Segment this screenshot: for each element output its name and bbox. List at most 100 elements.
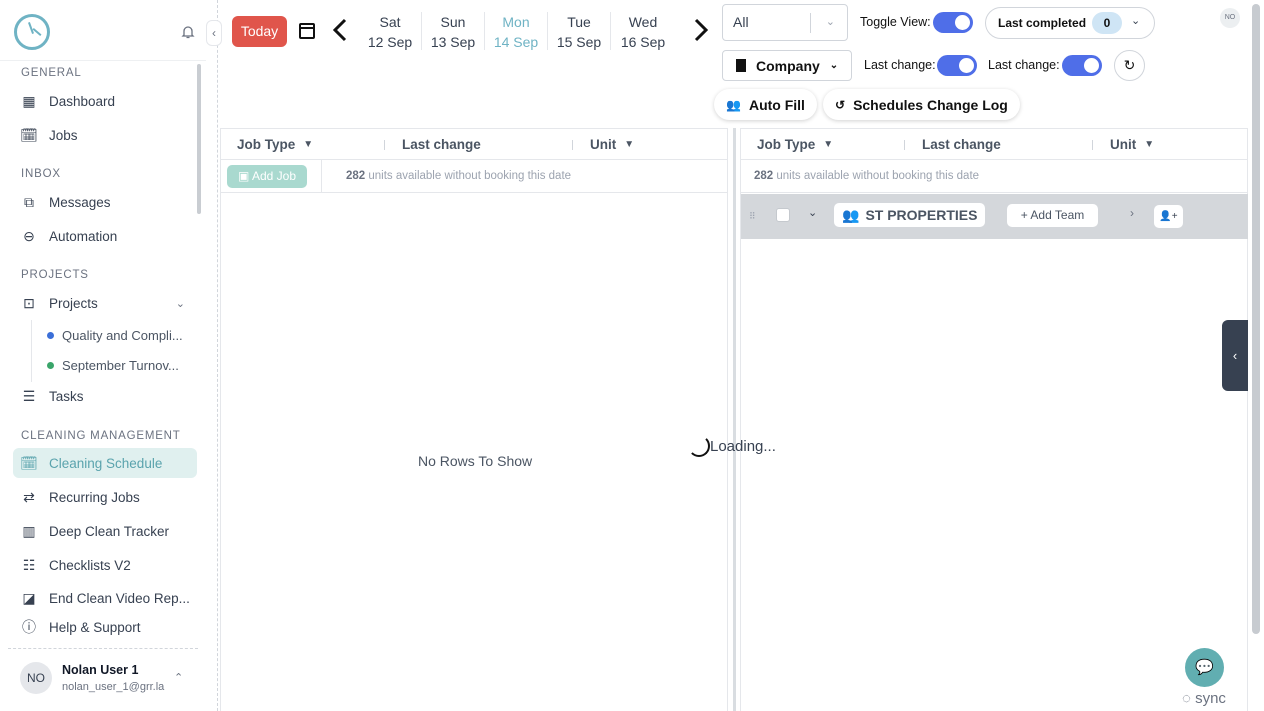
filter-icon[interactable]: ▼: [823, 139, 833, 150]
day-sun[interactable]: Sun 13 Sep: [423, 12, 483, 52]
right-drawer-toggle[interactable]: ‹: [1222, 320, 1248, 391]
col-unit[interactable]: Unit ▼: [1110, 137, 1154, 152]
section-inbox: INBOX: [21, 168, 61, 180]
sidebar-item-project-september[interactable]: September Turnov...: [47, 358, 179, 373]
collapse-sidebar-button[interactable]: ‹: [206, 20, 222, 46]
sidebar-item-label: Recurring Jobs: [49, 489, 140, 505]
calendar-edit-icon: 🗓: [20, 126, 38, 143]
toggle-view-switch[interactable]: [933, 12, 973, 33]
add-team-button[interactable]: + Add Team: [1007, 204, 1098, 227]
col-divider: [1092, 140, 1093, 150]
col-job-type[interactable]: Job Type ▼: [237, 137, 313, 152]
col-label: Unit: [590, 137, 617, 152]
units-text: units available without booking this dat…: [365, 170, 572, 182]
col-last-change[interactable]: Last change: [922, 137, 1001, 152]
auto-fill-button[interactable]: 👥 Auto Fill: [714, 89, 817, 120]
project-label: September Turnov...: [62, 358, 179, 373]
sidebar-item-projects[interactable]: ⊡ Projects ⌄: [13, 288, 197, 318]
refresh-icon: ↻: [1123, 57, 1136, 73]
sidebar-item-dashboard[interactable]: ▦ Dashboard: [13, 86, 197, 116]
day-name: Sun: [440, 14, 466, 30]
day-date: 13 Sep: [430, 34, 476, 50]
project-label: Quality and Compli...: [62, 328, 183, 343]
messages-icon: ⧉: [24, 193, 34, 210]
day-mon[interactable]: Mon 14 Sep: [486, 12, 546, 52]
units-count: 282: [754, 170, 774, 182]
chevron-down-icon[interactable]: ⌄: [176, 297, 185, 310]
sidebar-item-help[interactable]: ⓘ Help & Support: [13, 612, 197, 642]
sidebar-item-jobs[interactable]: 🗓 Jobs: [13, 120, 197, 150]
tasks-icon: ☰: [22, 387, 36, 404]
sidebar-item-tasks[interactable]: ☰ Tasks: [13, 381, 197, 411]
add-person-button[interactable]: 👤+: [1154, 205, 1183, 228]
company-dropdown[interactable]: Company ⌄: [722, 50, 852, 81]
sidebar-item-label: Jobs: [49, 127, 78, 143]
filter-icon[interactable]: ▼: [303, 139, 313, 150]
day-name: Tue: [567, 14, 591, 30]
schedules-change-log-button[interactable]: ↺ Schedules Change Log: [823, 89, 1020, 120]
toggle-view-label: Toggle View:: [860, 15, 931, 29]
user-card[interactable]: NO Nolan User 1 nolan_user_1@grr.la ⌃: [8, 648, 198, 706]
users-icon: 👥: [842, 206, 860, 223]
sidebar-item-label: Messages: [49, 194, 111, 210]
bell-icon[interactable]: [180, 24, 196, 40]
chevron-up-icon[interactable]: ⌃: [174, 671, 183, 684]
last-change-switch[interactable]: [1062, 55, 1102, 76]
sidebar-item-checklists[interactable]: ☷ Checklists V2: [13, 550, 197, 580]
sidebar-scrollbar[interactable]: [197, 64, 201, 214]
col-divider: [904, 140, 905, 150]
chat-button[interactable]: 💬: [1185, 648, 1224, 687]
next-arrow-icon[interactable]: [692, 14, 710, 53]
panel-resizer[interactable]: [733, 128, 736, 711]
day-sat[interactable]: Sat 12 Sep: [360, 12, 420, 52]
avatar[interactable]: NO: [1220, 8, 1240, 28]
sidebar-item-cleaning-schedule[interactable]: 🗓 Cleaning Schedule: [13, 448, 197, 478]
chevron-down-icon[interactable]: ⌄: [808, 206, 817, 219]
calendar-picker-icon[interactable]: [299, 23, 315, 39]
sidebar: GENERAL ▦ Dashboard 🗓 Jobs INBOX ⧉ Messa…: [0, 0, 218, 711]
sidebar-item-automation[interactable]: ⊖ Automation: [13, 221, 197, 251]
sidebar-item-label: Automation: [49, 228, 118, 244]
day-date: 15 Sep: [556, 34, 602, 50]
filter-icon[interactable]: ▼: [1144, 139, 1154, 150]
add-job-button[interactable]: ▣ Add Job: [227, 165, 307, 188]
sidebar-item-end-clean-video[interactable]: ◪ End Clean Video Rep...: [13, 583, 197, 613]
last-completed-label: Last completed: [998, 16, 1087, 30]
filter-icon[interactable]: ▼: [624, 139, 634, 150]
chevron-down-icon: ⌄: [1131, 15, 1141, 27]
col-job-type[interactable]: Job Type ▼: [757, 137, 833, 152]
last-completed-dropdown[interactable]: Last completed 0 ⌄: [985, 7, 1155, 39]
sidebar-item-label: End Clean Video Rep...: [49, 590, 190, 606]
refresh-button[interactable]: ↻: [1114, 50, 1145, 81]
team-checkbox[interactable]: [776, 208, 790, 222]
sidebar-item-label: Tasks: [49, 388, 84, 404]
clock-logo-icon[interactable]: [14, 14, 50, 50]
col-divider: [384, 140, 385, 150]
add-job-label: Add Job: [251, 169, 297, 183]
sidebar-item-project-quality[interactable]: Quality and Compli...: [47, 328, 183, 343]
drag-handle-icon[interactable]: ⠿: [749, 211, 757, 222]
table-icon: ▥: [22, 522, 36, 539]
sidebar-item-deep-clean-tracker[interactable]: ▥ Deep Clean Tracker: [13, 516, 197, 546]
col-last-change[interactable]: Last change: [402, 137, 481, 152]
sidebar-item-recurring-jobs[interactable]: ⇄ Recurring Jobs: [13, 482, 197, 512]
main-scrollbar[interactable]: [1252, 4, 1260, 634]
sync-spinner-icon: ◌: [1182, 690, 1191, 707]
chevron-down-icon: ⌄: [829, 60, 839, 71]
today-button[interactable]: Today: [232, 16, 287, 47]
chevron-right-icon[interactable]: ›: [1130, 206, 1134, 220]
sidebar-item-messages[interactable]: ⧉ Messages: [13, 187, 197, 217]
team-name: ST PROPERTIES: [865, 207, 978, 223]
empty-state: No Rows To Show: [418, 453, 533, 469]
day-tue[interactable]: Tue 15 Sep: [549, 12, 609, 52]
sidebar-item-label: Cleaning Schedule: [49, 455, 163, 471]
team-row[interactable]: ⠿ ⌄ 👥 ST PROPERTIES + Add Team › 👤+: [741, 194, 1248, 239]
prev-arrow-icon[interactable]: [331, 14, 349, 53]
sidebar-item-label: Projects: [49, 295, 98, 311]
filter-select[interactable]: All ⌄: [722, 4, 848, 41]
day-wed[interactable]: Wed 16 Sep: [613, 12, 673, 52]
team-name-pill: 👥 ST PROPERTIES: [834, 203, 986, 227]
col-divider: [572, 140, 573, 150]
last-change-switch[interactable]: [937, 55, 977, 76]
col-unit[interactable]: Unit ▼: [590, 137, 634, 152]
